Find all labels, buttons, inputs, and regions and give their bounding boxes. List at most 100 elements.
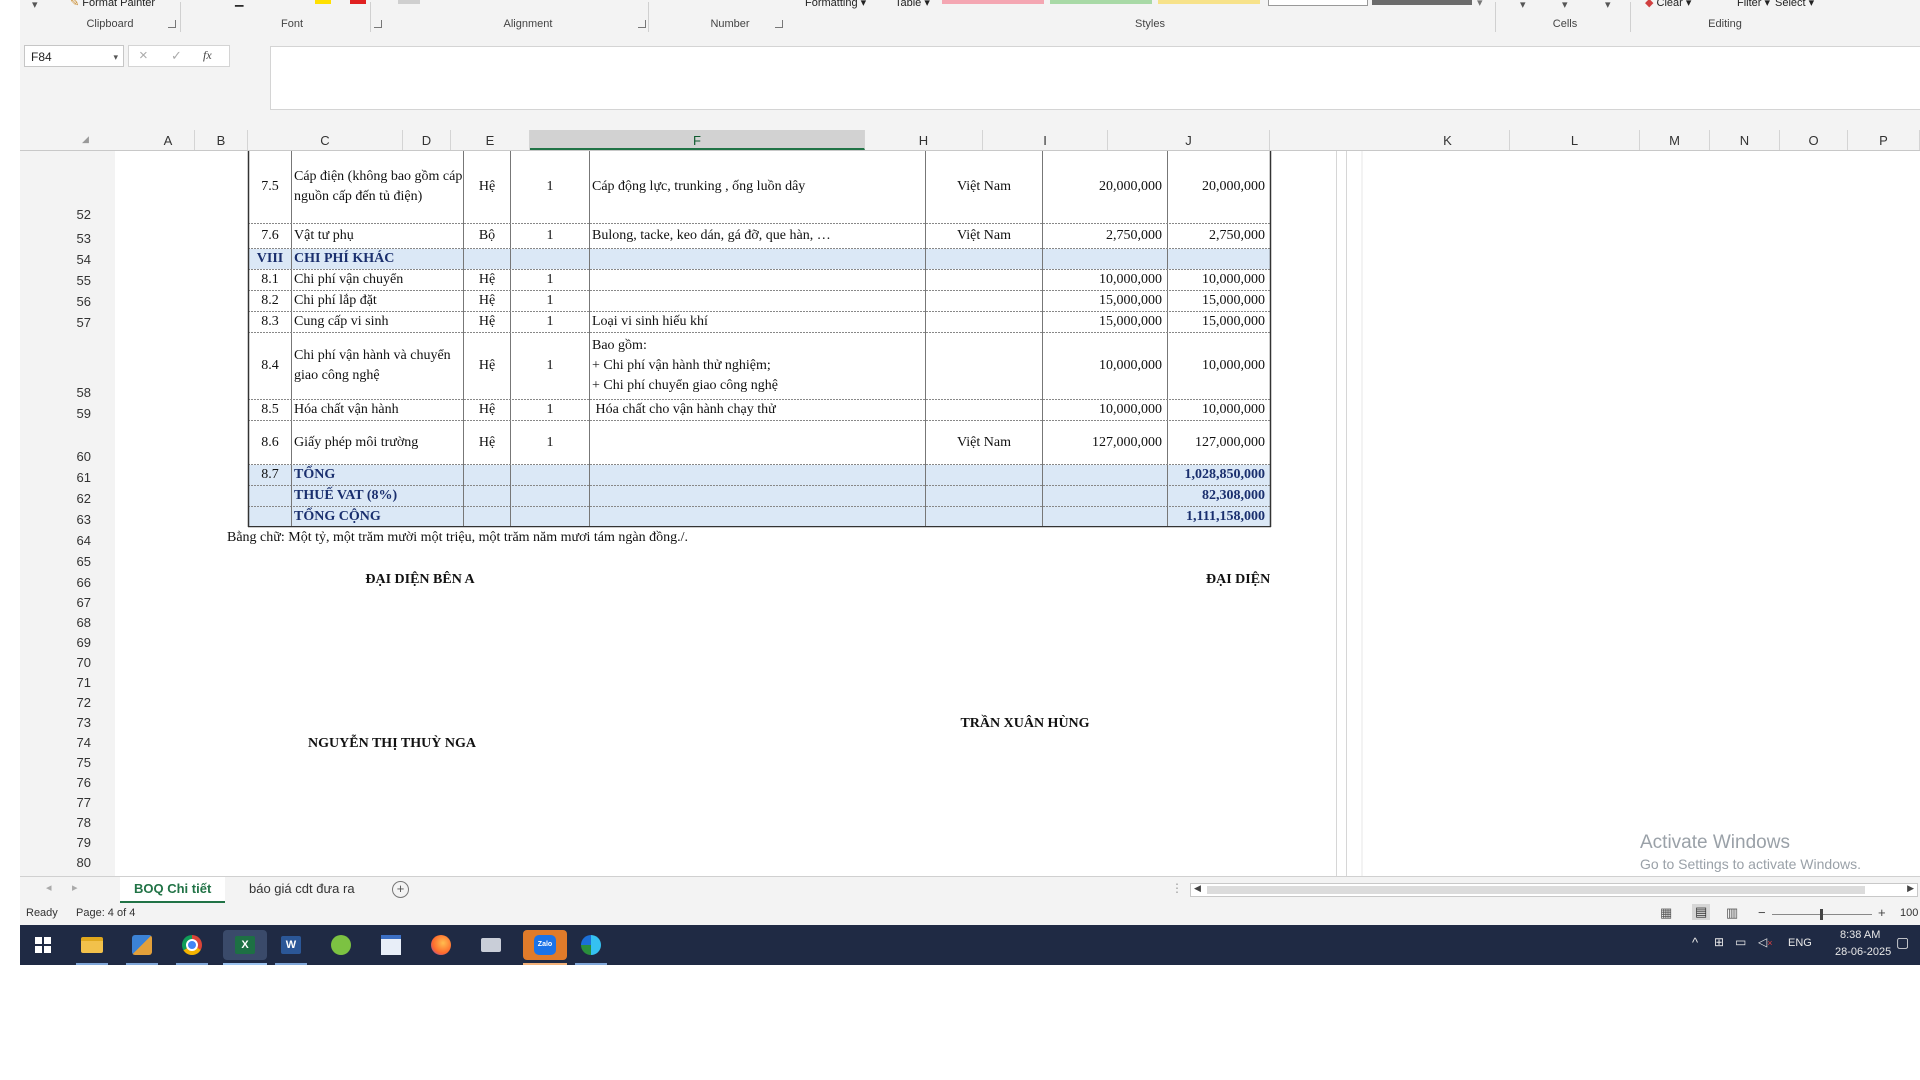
greenshot-icon[interactable] [326,930,356,960]
sheet-tab-bao-gia[interactable]: báo giá cdt đưa ra [235,877,369,901]
clock-date[interactable]: 28-06-2025 [1835,946,1891,958]
cell-qty[interactable]: 1 [511,291,589,311]
total-label[interactable]: TỔNG [292,465,463,485]
page-layout-view-icon[interactable]: ▤ [1692,904,1711,920]
cell-stt[interactable]: 8.6 [249,421,291,464]
cell-total[interactable]: 10,000,000 [1168,333,1270,399]
cell-desc[interactable]: Cáp động lực, trunking , ống luồn dây [590,151,925,223]
cell-origin[interactable]: Việt Nam [926,224,1042,248]
cell-qty[interactable]: 1 [511,224,589,248]
signature-party-a-label[interactable]: ĐẠI DIỆN BÊN A [320,570,520,590]
cell-unit[interactable]: Bộ [464,224,510,248]
cell-price[interactable]: 2,750,000 [1043,224,1167,248]
section-title[interactable]: CHI PHÍ KHÁC [292,249,463,269]
network-device-icon[interactable]: ⊞ [1714,935,1724,949]
cell-desc[interactable]: Bao gồm: + Chi phí vận hành thử nghiệm; … [590,334,925,398]
zoom-level[interactable]: 100 [1900,907,1918,919]
zoom-slider[interactable] [1772,909,1872,920]
clock-time[interactable]: 8:38 AM [1840,929,1880,941]
cell-unit[interactable]: Hệ [464,291,510,311]
cell-price[interactable]: 15,000,000 [1043,312,1167,332]
cell-stt[interactable]: 7.6 [249,224,291,248]
cell-unit[interactable]: Hệ [464,421,510,464]
scrollbar-thumb[interactable] [1207,886,1865,894]
cell-unit[interactable]: Hệ [464,270,510,290]
cell-price[interactable]: 20,000,000 [1043,151,1167,223]
cell-origin[interactable]: Việt Nam [926,421,1042,464]
store-icon[interactable] [127,930,157,960]
cell-name[interactable]: Hóa chất vận hành [292,400,463,420]
cell-total[interactable]: 127,000,000 [1168,421,1270,464]
cell-desc[interactable]: Bulong, tacke, keo dán, gá đỡ, que hàn, … [590,224,925,248]
calendar-icon[interactable] [376,930,406,960]
cell-stt[interactable]: 8.2 [249,291,291,311]
cell-stt[interactable]: 8.1 [249,270,291,290]
total-value[interactable]: 1,028,850,000 [1168,465,1270,485]
vat-label[interactable]: THUẾ VAT (8%) [292,486,463,506]
cell-desc[interactable]: Loại vi sinh hiếu khí [590,312,925,332]
notifications-icon[interactable]: ▢ [1896,934,1909,951]
cell-name[interactable]: Giấy phép môi trường [292,421,463,464]
cell-name[interactable]: Chi phí lắp đặt [292,291,463,311]
cell-stt[interactable]: 7.5 [249,151,291,223]
cell-stt[interactable]: 8.4 [249,333,291,399]
show-hidden-icons-icon[interactable]: ^ [1692,935,1698,950]
signature-name-a[interactable]: NGUYỄN THỊ THUỲ NGA [282,734,502,754]
grand-total-value[interactable]: 1,111,158,000 [1168,507,1270,526]
zalo-icon[interactable]: Zalo [523,930,567,960]
cell-qty[interactable]: 1 [511,333,589,399]
sheet-tab-boq[interactable]: BOQ Chi tiết [120,877,226,903]
zoom-in-icon[interactable]: + [1878,905,1886,920]
scroll-left-icon[interactable]: ◀ [1194,883,1201,894]
cell-price[interactable]: 10,000,000 [1043,333,1167,399]
cell-name[interactable]: Cáp điện (không bao gồm cáp nguồn cấp đế… [292,151,463,223]
cell-price[interactable]: 127,000,000 [1043,421,1167,464]
cell-qty[interactable]: 1 [511,400,589,420]
file-explorer-icon[interactable] [77,930,107,960]
cell-total[interactable]: 10,000,000 [1168,270,1270,290]
print-icon[interactable] [476,930,506,960]
cell-price[interactable]: 15,000,000 [1043,291,1167,311]
cell-name[interactable]: Chi phí vận hành và chuyển giao công ngh… [292,333,463,399]
start-icon[interactable] [28,930,58,960]
cell-price[interactable]: 10,000,000 [1043,400,1167,420]
signature-party-b-label[interactable]: ĐẠI DIỆN BÊN [1204,570,1270,590]
tabs-splitter-icon[interactable]: ⋮ [1171,881,1183,895]
cell-origin[interactable]: Việt Nam [926,151,1042,223]
horizontal-scrollbar[interactable]: ◀ ▶ [1190,883,1918,897]
cell-total[interactable]: 2,750,000 [1168,224,1270,248]
cell-unit[interactable]: Hệ [464,151,510,223]
normal-view-icon[interactable]: ▦ [1660,905,1672,921]
cell-unit[interactable]: Hệ [464,312,510,332]
cell-qty[interactable]: 1 [511,312,589,332]
language-indicator[interactable]: ENG [1788,937,1812,949]
cell-name[interactable]: Chi phí vận chuyển [292,270,463,290]
cell-stt[interactable]: 8.7 [249,465,291,485]
cell-qty[interactable]: 1 [511,421,589,464]
add-sheet-icon[interactable]: + [392,881,409,898]
edge-icon[interactable] [576,930,606,960]
firefox-icon[interactable] [426,930,456,960]
cell-total[interactable]: 10,000,000 [1168,400,1270,420]
volume-muted-icon[interactable]: ◁× [1758,935,1773,949]
cell-total[interactable]: 15,000,000 [1168,312,1270,332]
word-icon[interactable]: W [276,930,306,960]
amount-in-words[interactable]: Bằng chữ: Một tỷ, một trăm mười một triệ… [225,528,925,548]
signature-name-b[interactable]: TRẦN XUÂN HÙNG [930,714,1120,734]
wifi-icon[interactable]: ▭ [1735,935,1746,949]
tab-scroll-left-icon[interactable]: ◂ [46,881,52,894]
excel-icon[interactable]: X [223,930,267,960]
cell-unit[interactable]: Hệ [464,400,510,420]
zoom-slider-thumb[interactable] [1820,909,1823,920]
tab-scroll-right-icon[interactable]: ▸ [72,881,78,894]
cell-unit[interactable]: Hệ [464,333,510,399]
zoom-out-icon[interactable]: − [1758,905,1766,920]
page-break-view-icon[interactable]: ▥ [1726,905,1738,921]
cell-qty[interactable]: 1 [511,151,589,223]
scroll-right-icon[interactable]: ▶ [1907,883,1914,894]
chrome-icon[interactable] [177,930,207,960]
cell-total[interactable]: 15,000,000 [1168,291,1270,311]
cell-name[interactable]: Cung cấp vi sinh [292,312,463,332]
cell-total[interactable]: 20,000,000 [1168,151,1270,223]
cell-qty[interactable]: 1 [511,270,589,290]
